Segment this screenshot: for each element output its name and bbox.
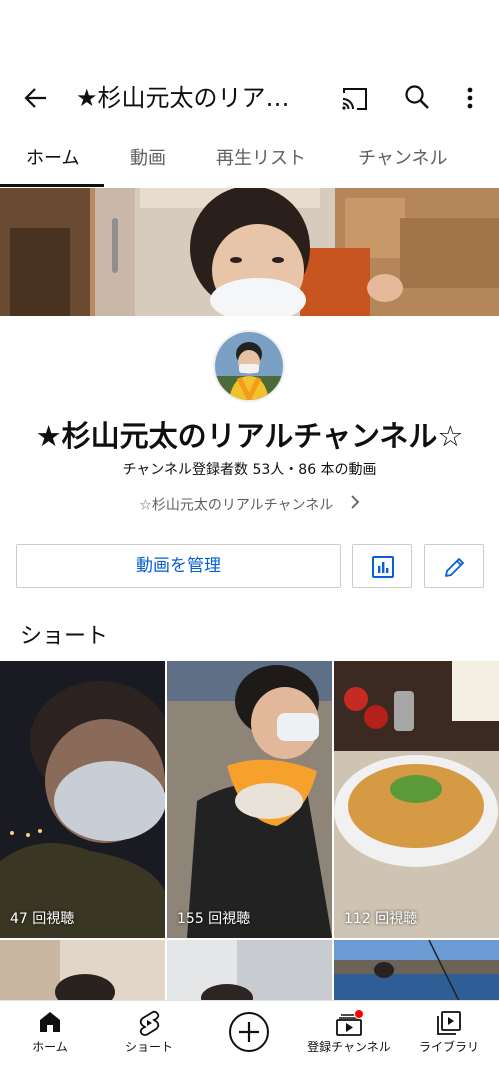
app-bar: ★杉山元太のリア…: [0, 70, 499, 126]
subscriptions-icon: [334, 1009, 364, 1041]
short-thumbnail[interactable]: [334, 940, 499, 1001]
shorts-section-title: ショート: [20, 624, 109, 649]
short-thumbnail[interactable]: 155 回視聴: [167, 661, 332, 938]
search-icon[interactable]: [402, 82, 432, 112]
tab-home[interactable]: ホーム: [26, 132, 79, 188]
tab-videos[interactable]: 動画: [130, 132, 166, 188]
channel-link-text: ☆杉山元太のリアルチャンネル: [139, 497, 334, 514]
nav-home-label: ホーム: [32, 1040, 68, 1054]
channel-banner: [0, 188, 499, 316]
short-view-count: 47 回視聴: [10, 911, 75, 927]
shorts-icon: [136, 1009, 162, 1041]
short-thumbnail[interactable]: [0, 940, 165, 1001]
edit-channel-button[interactable]: [424, 544, 484, 588]
cast-icon[interactable]: [340, 84, 370, 114]
bottom-navigation: ホーム ショート 登録チャンネル ライブラリ: [0, 1000, 499, 1080]
tab-channels[interactable]: チャンネル: [358, 132, 447, 188]
channel-about-link[interactable]: ☆杉山元太のリアルチャンネル: [0, 494, 499, 518]
short-thumbnail[interactable]: 112 回視聴: [334, 661, 499, 938]
channel-title: ★杉山元太のリア…: [76, 84, 290, 112]
more-vert-icon[interactable]: [456, 82, 484, 114]
nav-shorts[interactable]: ショート: [99, 1001, 199, 1080]
channel-tabs: ホーム 動画 再生リスト チャンネル: [0, 132, 499, 188]
short-view-count: 155 回視聴: [177, 911, 251, 927]
back-arrow-icon[interactable]: [20, 82, 52, 114]
shorts-grid: 47 回視聴 155 回視聴 112 回視聴: [0, 661, 499, 1001]
nav-create[interactable]: [199, 1001, 299, 1080]
nav-home[interactable]: ホーム: [0, 1001, 100, 1080]
nav-shorts-label: ショート: [124, 1040, 173, 1054]
home-icon: [37, 1009, 63, 1039]
short-thumbnail[interactable]: [167, 940, 332, 1001]
nav-subscriptions[interactable]: 登録チャンネル: [299, 1001, 399, 1080]
tab-playlists[interactable]: 再生リスト: [216, 132, 306, 188]
nav-library-label: ライブラリ: [418, 1040, 479, 1054]
manage-videos-button[interactable]: 動画を管理: [16, 544, 341, 588]
short-thumbnail[interactable]: 47 回視聴: [0, 661, 165, 938]
chevron-right-icon: [350, 494, 360, 517]
active-tab-indicator: [0, 184, 104, 187]
library-icon: [435, 1009, 463, 1041]
channel-name: ★杉山元太のリアルチャンネル☆: [35, 419, 464, 453]
create-plus-icon: [228, 1011, 270, 1057]
analytics-button[interactable]: [352, 544, 412, 588]
nav-subscriptions-label: 登録チャンネル: [307, 1040, 391, 1054]
channel-stats: チャンネル登録者数 53人・86 本の動画: [122, 462, 377, 478]
channel-avatar[interactable]: [213, 330, 285, 402]
short-view-count: 112 回視聴: [344, 911, 418, 927]
nav-library[interactable]: ライブラリ: [399, 1001, 499, 1080]
